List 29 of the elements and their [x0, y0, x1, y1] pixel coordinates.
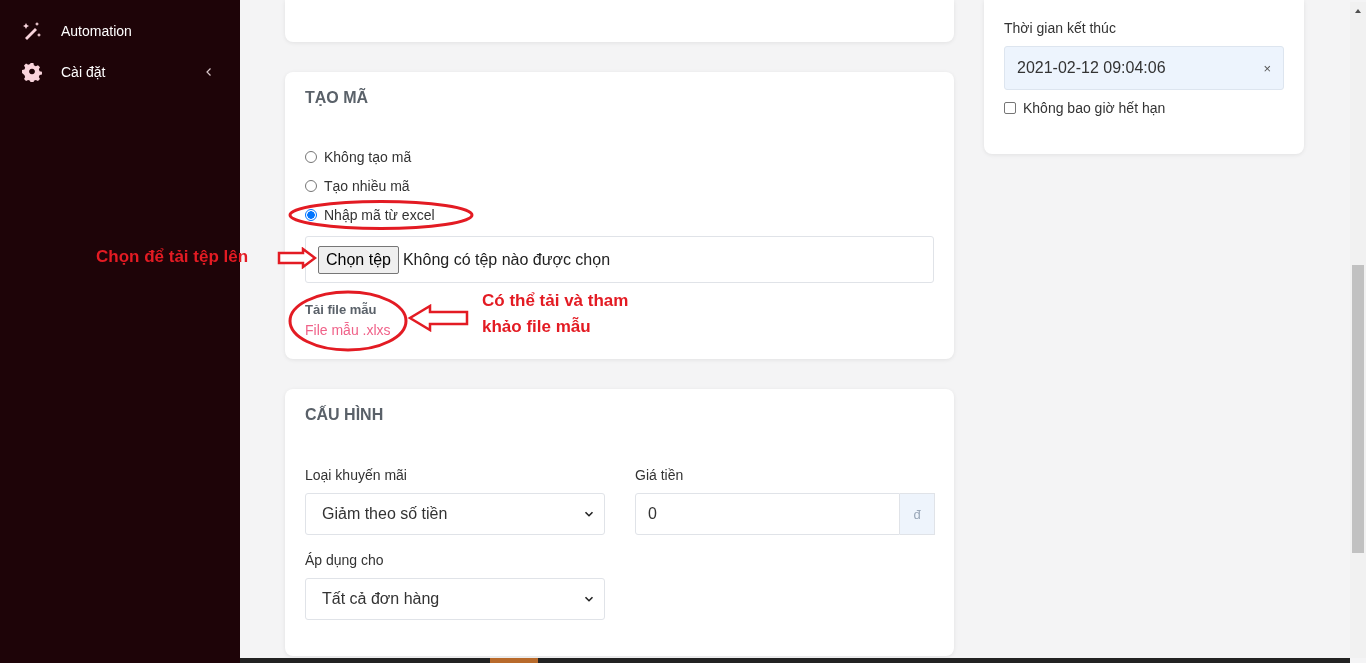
caret-icon [584, 509, 594, 519]
field-label: Thời gian kết thúc [1004, 20, 1117, 36]
field-label: Giá tiền [635, 467, 685, 483]
never-expire-checkbox[interactable]: Không bao giờ hết hạn [1004, 100, 1166, 116]
sidebar-item[interactable]: Automation [0, 16, 240, 46]
template-label: Tải file mẫu [305, 302, 377, 317]
currency-suffix: đ [900, 493, 935, 535]
field-label: Áp dụng cho [305, 552, 385, 568]
annotation-arrow [407, 304, 469, 332]
select-field[interactable]: Giảm theo số tiền [305, 493, 605, 535]
scrollbar-thumb[interactable] [1352, 265, 1364, 553]
section-title: TẠO MÃ [305, 87, 370, 108]
field-label: Loại khuyến mãi [305, 467, 408, 483]
file-input[interactable]: Chọn tệp Không có tệp nào được chọn [305, 236, 934, 283]
radio-option[interactable]: Không tạo mã [305, 148, 412, 165]
clear-button[interactable]: × [1263, 60, 1271, 76]
choose-file-button[interactable]: Chọn tệp [318, 245, 399, 274]
price-field[interactable]: 0 [635, 493, 900, 535]
select-field[interactable]: Tất cả đơn hàng [305, 578, 605, 620]
scrollbar[interactable] [1350, 2, 1366, 658]
magic-wand-icon [22, 21, 42, 41]
annotation-text: Có thể tải và tham khảo file mẫu [482, 290, 630, 338]
radio-option[interactable]: Tạo nhiều mã [305, 177, 410, 194]
settings-icon [22, 62, 42, 82]
sidebar-item[interactable]: Cài đặt [0, 57, 240, 87]
date-field[interactable]: 2021-02-12 09:04:06 × [1004, 46, 1284, 90]
caret-icon [584, 594, 594, 604]
file-status: Không có tệp nào được chọn [402, 250, 611, 269]
section-title: CẤU HÌNH [305, 404, 385, 425]
